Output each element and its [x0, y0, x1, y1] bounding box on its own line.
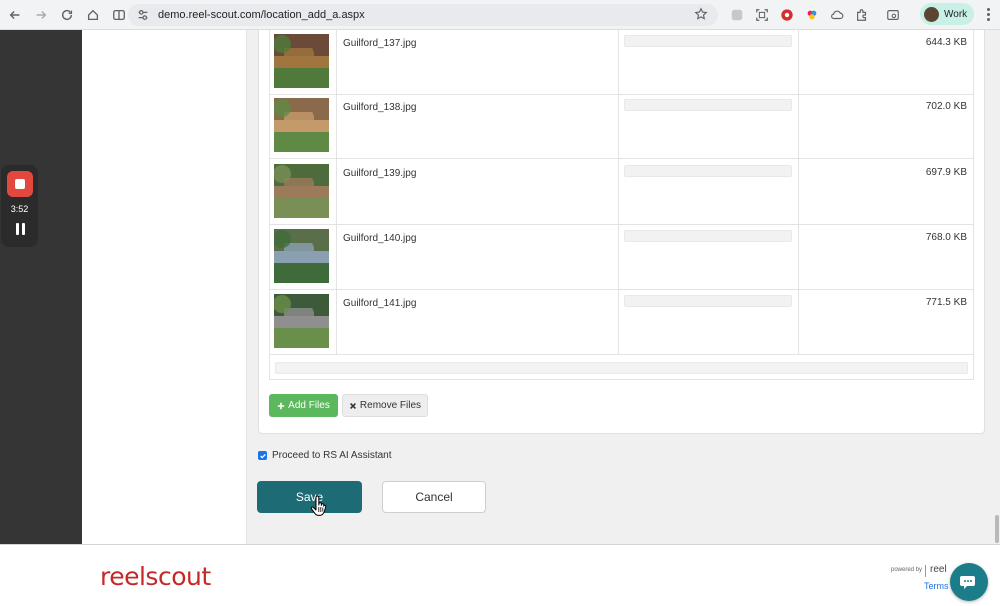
- back-icon[interactable]: [4, 4, 26, 26]
- table-row: Guilford_141.jpg 771.5 KB: [270, 289, 973, 355]
- more-menu-icon[interactable]: [982, 8, 994, 22]
- file-size: 697.9 KB: [925, 167, 967, 178]
- thumbnail-cell: [270, 224, 337, 289]
- home-icon[interactable]: [82, 4, 104, 26]
- reload-icon[interactable]: [56, 4, 78, 26]
- photo-thumbnail: [274, 294, 329, 348]
- file-name: Guilford_138.jpg: [343, 102, 417, 113]
- left-dark-panel: [0, 30, 82, 544]
- add-files-button[interactable]: Add Files: [269, 394, 338, 417]
- thumbnail-cell: [270, 289, 337, 354]
- file-upload-panel: Guilford_137.jpg 644.3 KB Guilford_138.jpg…: [258, 29, 985, 434]
- table-row: Guilford_138.jpg 702.0 KB: [270, 93, 973, 159]
- thumbnail-cell: [270, 159, 337, 224]
- file-progress-bar: [624, 230, 792, 242]
- pause-icon[interactable]: [13, 223, 27, 236]
- sidebar: [82, 30, 247, 544]
- photo-thumbnail: [274, 34, 329, 88]
- chat-icon: [960, 576, 975, 589]
- hand-cursor-icon: [310, 495, 327, 516]
- reelscout-logo[interactable]: reelscout: [100, 562, 211, 591]
- cloud-icon[interactable]: [828, 6, 845, 23]
- file-progress-bar: [624, 165, 792, 177]
- photo-thumbnail: [274, 229, 329, 283]
- extension-k-icon[interactable]: [728, 6, 745, 23]
- stop-recording-button[interactable]: [7, 171, 33, 197]
- screen-recorder-widget: 3:52: [1, 165, 38, 247]
- progress-cell: [619, 29, 799, 94]
- file-size-cell: 702.0 KB: [799, 93, 973, 158]
- add-files-label: Add Files: [288, 400, 330, 411]
- red-extension-icon[interactable]: [778, 6, 795, 23]
- file-progress-bar: [624, 295, 792, 307]
- file-name: Guilford_140.jpg: [343, 233, 417, 244]
- site-info-icon[interactable]: [136, 8, 150, 22]
- forward-icon[interactable]: [30, 4, 52, 26]
- url-text: demo.reel-scout.com/location_add_a.aspx: [158, 9, 365, 21]
- progress-cell: [619, 224, 799, 289]
- page-scrollbar[interactable]: [995, 515, 999, 543]
- progress-cell: [619, 159, 799, 224]
- profile-chip[interactable]: Work: [920, 3, 974, 25]
- file-size-cell: 768.0 KB: [799, 224, 973, 289]
- file-name-cell: Guilford_139.jpg: [337, 159, 619, 224]
- photo-thumbnail: [274, 164, 329, 218]
- page-footer: reelscout powered by reel Terms &: [0, 544, 1000, 606]
- progress-cell: [619, 289, 799, 354]
- proceed-label: Proceed to RS AI Assistant: [272, 450, 392, 461]
- powered-by-text: powered by: [891, 567, 923, 573]
- remove-files-button[interactable]: Remove Files: [342, 394, 428, 417]
- table-row: Guilford_140.jpg 768.0 KB: [270, 224, 973, 290]
- close-icon: [349, 402, 356, 409]
- split-view-icon[interactable]: [108, 4, 130, 26]
- file-progress-bar: [624, 99, 792, 111]
- plus-icon: [277, 402, 285, 409]
- divider: [925, 565, 926, 577]
- browser-toolbar: demo.reel-scout.com/location_add_a.aspx …: [0, 0, 1000, 30]
- extensions-puzzle-icon[interactable]: [853, 6, 870, 23]
- remove-files-label: Remove Files: [359, 400, 422, 411]
- file-name-cell: Guilford_137.jpg: [337, 29, 619, 94]
- chat-widget-button[interactable]: [950, 563, 988, 601]
- proceed-ai-assistant-option: Proceed to RS AI Assistant: [258, 450, 392, 461]
- file-size: 644.3 KB: [925, 37, 967, 48]
- file-size-cell: 771.5 KB: [799, 289, 973, 354]
- file-name-cell: Guilford_140.jpg: [337, 224, 619, 289]
- file-name-cell: Guilford_138.jpg: [337, 93, 619, 158]
- file-name: Guilford_139.jpg: [343, 168, 417, 179]
- file-size: 702.0 KB: [925, 101, 967, 112]
- thumbnail-cell: [270, 29, 337, 94]
- cancel-button[interactable]: Cancel: [382, 481, 486, 513]
- profile-label: Work: [944, 8, 968, 20]
- progress-cell: [619, 93, 799, 158]
- checkmark-icon: [259, 453, 266, 459]
- colorful-extension-icon[interactable]: [803, 6, 820, 23]
- address-bar[interactable]: demo.reel-scout.com/location_add_a.aspx: [128, 4, 718, 26]
- file-size: 768.0 KB: [925, 232, 967, 243]
- tab-search-icon[interactable]: [884, 6, 901, 23]
- table-row: Guilford_137.jpg 644.3 KB: [270, 29, 973, 95]
- file-size-cell: 697.9 KB: [799, 159, 973, 224]
- thumbnail-cell: [270, 93, 337, 158]
- file-progress-bar: [624, 35, 792, 47]
- bookmark-star-icon[interactable]: [694, 7, 708, 21]
- file-size-cell: 644.3 KB: [799, 29, 973, 94]
- recording-timer: 3:52: [10, 204, 29, 214]
- screenshot-icon[interactable]: [753, 6, 770, 23]
- avatar: [924, 6, 939, 22]
- table-row: Guilford_139.jpg 697.9 KB: [270, 159, 973, 225]
- file-name: Guilford_137.jpg: [343, 38, 417, 49]
- file-name: Guilford_141.jpg: [343, 298, 417, 309]
- file-size: 771.5 KB: [925, 297, 967, 308]
- photo-thumbnail: [274, 98, 329, 152]
- proceed-checkbox[interactable]: [258, 451, 267, 460]
- file-list-table: Guilford_137.jpg 644.3 KB Guilford_138.jpg…: [269, 29, 974, 380]
- powered-by-logo[interactable]: reel: [930, 564, 947, 575]
- total-progress-bar: [275, 362, 968, 374]
- file-name-cell: Guilford_141.jpg: [337, 289, 619, 354]
